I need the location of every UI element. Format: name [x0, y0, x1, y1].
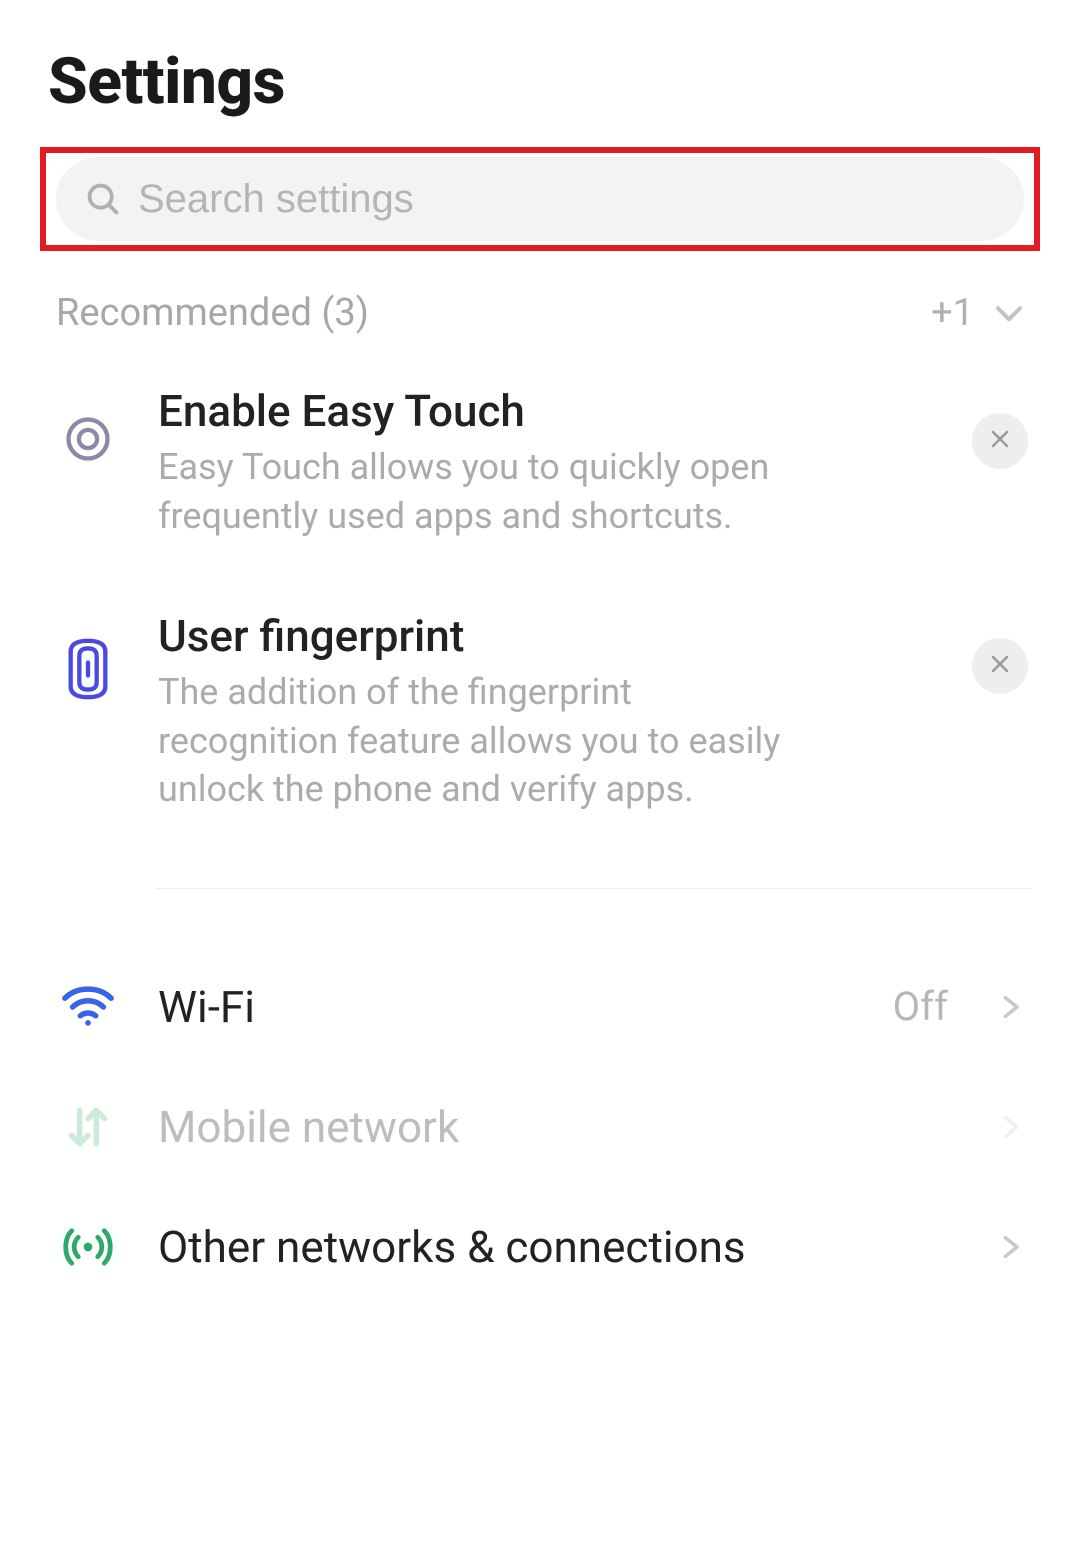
recommended-item-description: Easy Touch allows you to quickly open fr… [158, 443, 818, 540]
broadcast-icon [58, 1221, 118, 1273]
recommended-item-fingerprint[interactable]: User fingerprint The addition of the fin… [48, 596, 1032, 848]
search-icon [84, 180, 122, 218]
search-input[interactable] [138, 177, 996, 222]
close-icon [988, 649, 1012, 684]
settings-item-wifi[interactable]: Wi-Fi Off [48, 947, 1032, 1067]
settings-item-label: Mobile network [158, 1101, 956, 1153]
chevron-right-icon [996, 985, 1024, 1029]
page-title: Settings [48, 44, 1032, 119]
search-highlight-box [40, 147, 1040, 251]
close-icon [988, 424, 1012, 459]
dismiss-button[interactable] [972, 638, 1028, 694]
settings-item-mobile-network[interactable]: Mobile network [48, 1067, 1032, 1187]
settings-item-status: Off [893, 983, 948, 1030]
recommended-label: Recommended (3) [56, 291, 369, 335]
wifi-icon [58, 985, 118, 1029]
search-bar[interactable] [56, 157, 1024, 241]
settings-item-other-networks[interactable]: Other networks & connections [48, 1187, 1032, 1307]
recommended-item-title: User fingerprint [158, 610, 932, 662]
section-divider [156, 888, 1032, 889]
target-icon [58, 385, 118, 465]
recommended-header[interactable]: Recommended (3) +1 [48, 291, 1032, 335]
mobile-data-icon [58, 1102, 118, 1152]
recommended-item-easy-touch[interactable]: Enable Easy Touch Easy Touch allows you … [48, 371, 1032, 574]
fingerprint-icon [58, 610, 118, 700]
recommended-item-title: Enable Easy Touch [158, 385, 932, 437]
chevron-right-icon [996, 1225, 1024, 1269]
settings-item-label: Wi-Fi [158, 981, 853, 1033]
recommended-extra-count: +1 [931, 291, 974, 335]
chevron-down-icon [990, 294, 1028, 332]
chevron-right-icon [996, 1105, 1024, 1149]
settings-item-label: Other networks & connections [158, 1221, 956, 1273]
recommended-item-description: The addition of the fingerprint recognit… [158, 668, 818, 814]
dismiss-button[interactable] [972, 413, 1028, 469]
